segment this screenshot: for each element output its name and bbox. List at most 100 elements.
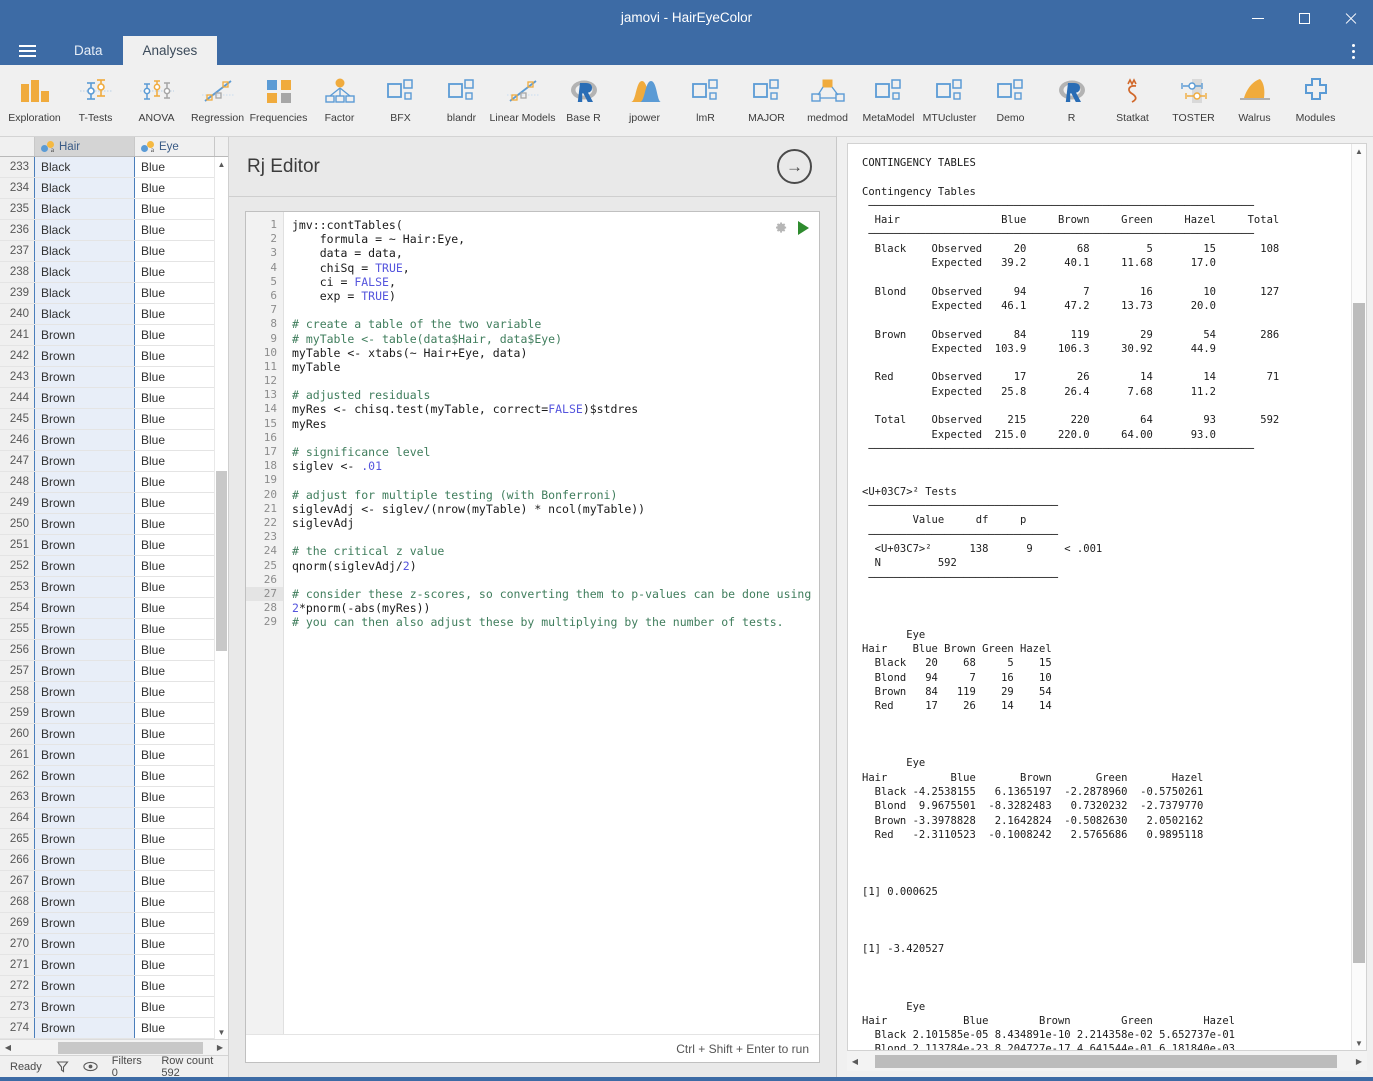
ribbon-item-major[interactable]: MAJOR <box>736 67 797 135</box>
cell-hair[interactable]: Brown <box>35 934 135 954</box>
ribbon-item-anova[interactable]: ANOVA <box>126 67 187 135</box>
cell-eye[interactable]: Blue <box>135 514 215 534</box>
results-scroll-right-icon[interactable]: ▶ <box>1351 1057 1367 1066</box>
table-row[interactable]: 235BlackBlue <box>0 199 228 220</box>
results-vertical-scrollbar[interactable]: ▲ ▼ <box>1351 144 1366 1050</box>
ribbon-item-base-r[interactable]: Base R <box>553 67 614 135</box>
table-row[interactable]: 268BrownBlue <box>0 892 228 913</box>
cell-hair[interactable]: Brown <box>35 976 135 996</box>
cell-eye[interactable]: Blue <box>135 850 215 870</box>
cell-eye[interactable]: Blue <box>135 178 215 198</box>
table-row[interactable]: 263BrownBlue <box>0 787 228 808</box>
table-row[interactable]: 236BlackBlue <box>0 220 228 241</box>
table-row[interactable]: 266BrownBlue <box>0 850 228 871</box>
cell-eye[interactable]: Blue <box>135 682 215 702</box>
cell-hair[interactable]: Black <box>35 220 135 240</box>
ribbon-item-modules[interactable]: Modules <box>1285 67 1346 135</box>
cell-eye[interactable]: Blue <box>135 598 215 618</box>
cell-hair[interactable]: Brown <box>35 724 135 744</box>
table-row[interactable]: 258BrownBlue <box>0 682 228 703</box>
table-row[interactable]: 259BrownBlue <box>0 703 228 724</box>
cell-hair[interactable]: Brown <box>35 682 135 702</box>
scroll-up-icon[interactable]: ▲ <box>215 157 229 171</box>
table-row[interactable]: 251BrownBlue <box>0 535 228 556</box>
results-scroll-left-icon[interactable]: ◀ <box>847 1057 863 1066</box>
cell-hair[interactable]: Brown <box>35 787 135 807</box>
table-row[interactable]: 267BrownBlue <box>0 871 228 892</box>
table-row[interactable]: 237BlackBlue <box>0 241 228 262</box>
cell-eye[interactable]: Blue <box>135 997 215 1017</box>
cell-eye[interactable]: Blue <box>135 157 215 177</box>
grid-corner[interactable] <box>0 137 35 156</box>
cell-eye[interactable]: Blue <box>135 451 215 471</box>
cell-eye[interactable]: Blue <box>135 367 215 387</box>
cell-hair[interactable]: Brown <box>35 640 135 660</box>
code-input[interactable]: jmv::contTables( formula = ~ Hair:Eye, d… <box>284 212 819 1034</box>
cell-eye[interactable]: Blue <box>135 619 215 639</box>
table-row[interactable]: 274BrownBlue <box>0 1018 228 1039</box>
cell-hair[interactable]: Brown <box>35 703 135 723</box>
table-row[interactable]: 247BrownBlue <box>0 451 228 472</box>
cell-hair[interactable]: Brown <box>35 997 135 1017</box>
cell-eye[interactable]: Blue <box>135 493 215 513</box>
ribbon-item-exploration[interactable]: Exploration <box>4 67 65 135</box>
cell-eye[interactable]: Blue <box>135 1018 215 1038</box>
table-row[interactable]: 242BrownBlue <box>0 346 228 367</box>
scroll-left-icon[interactable]: ◀ <box>0 1043 16 1052</box>
cell-eye[interactable]: Blue <box>135 535 215 555</box>
cell-hair[interactable]: Brown <box>35 850 135 870</box>
cell-hair[interactable]: Brown <box>35 661 135 681</box>
cell-hair[interactable]: Brown <box>35 388 135 408</box>
arrow-right-circle-icon[interactable]: → <box>777 149 812 184</box>
table-row[interactable]: 260BrownBlue <box>0 724 228 745</box>
ribbon-item-demo[interactable]: Demo <box>980 67 1041 135</box>
cell-hair[interactable]: Brown <box>35 808 135 828</box>
table-row[interactable]: 243BrownBlue <box>0 367 228 388</box>
table-row[interactable]: 261BrownBlue <box>0 745 228 766</box>
table-row[interactable]: 250BrownBlue <box>0 514 228 535</box>
cell-hair[interactable]: Brown <box>35 346 135 366</box>
cell-eye[interactable]: Blue <box>135 472 215 492</box>
table-row[interactable]: 248BrownBlue <box>0 472 228 493</box>
cell-eye[interactable]: Blue <box>135 325 215 345</box>
cell-hair[interactable]: Brown <box>35 766 135 786</box>
ribbon-item-jpower[interactable]: jpower <box>614 67 675 135</box>
cell-eye[interactable]: Blue <box>135 640 215 660</box>
cell-eye[interactable]: Blue <box>135 661 215 681</box>
cell-hair[interactable]: Brown <box>35 1018 135 1038</box>
ribbon-item-bfx[interactable]: BFX <box>370 67 431 135</box>
table-row[interactable]: 271BrownBlue <box>0 955 228 976</box>
cell-hair[interactable]: Brown <box>35 325 135 345</box>
cell-hair[interactable]: Brown <box>35 514 135 534</box>
cell-hair[interactable]: Brown <box>35 535 135 555</box>
ribbon-item-metamodel[interactable]: MetaModel <box>858 67 919 135</box>
cell-eye[interactable]: Blue <box>135 304 215 324</box>
column-header-eye[interactable]: a Eye <box>135 137 215 156</box>
table-row[interactable]: 233BlackBlue <box>0 157 228 178</box>
data-horizontal-scrollbar[interactable]: ◀ ▶ <box>0 1039 228 1055</box>
cell-hair[interactable]: Brown <box>35 409 135 429</box>
results-hscroll-thumb[interactable] <box>875 1055 1337 1068</box>
ribbon-item-mtucluster[interactable]: MTUcluster <box>919 67 980 135</box>
table-row[interactable]: 241BrownBlue <box>0 325 228 346</box>
cell-hair[interactable]: Black <box>35 304 135 324</box>
scroll-right-icon[interactable]: ▶ <box>212 1043 228 1052</box>
table-row[interactable]: 253BrownBlue <box>0 577 228 598</box>
maximize-button[interactable] <box>1281 0 1327 36</box>
menu-button[interactable] <box>0 36 54 65</box>
ribbon-item-r[interactable]: R <box>1041 67 1102 135</box>
ribbon-item-lmr[interactable]: lmR <box>675 67 736 135</box>
cell-hair[interactable]: Black <box>35 157 135 177</box>
cell-hair[interactable]: Black <box>35 283 135 303</box>
table-row[interactable]: 272BrownBlue <box>0 976 228 997</box>
play-icon[interactable] <box>798 221 809 235</box>
cell-eye[interactable]: Blue <box>135 745 215 765</box>
cell-hair[interactable]: Brown <box>35 745 135 765</box>
cell-hair[interactable]: Brown <box>35 892 135 912</box>
more-options-button[interactable] <box>1343 40 1363 62</box>
cell-hair[interactable]: Brown <box>35 556 135 576</box>
cell-hair[interactable]: Black <box>35 178 135 198</box>
code-area[interactable]: 1234567891011121314151617181920212223242… <box>246 212 819 1034</box>
ribbon-item-t-tests[interactable]: T-Tests <box>65 67 126 135</box>
eye-icon[interactable] <box>83 1061 98 1072</box>
